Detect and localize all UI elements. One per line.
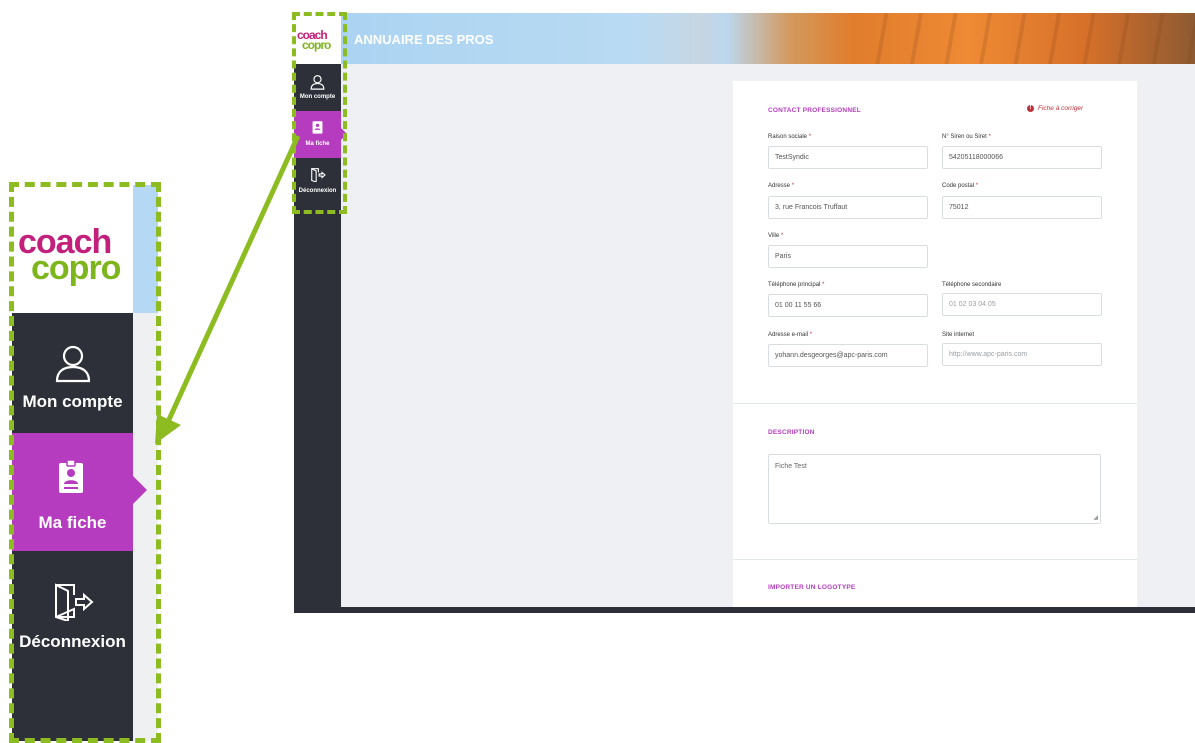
siren-input[interactable]: 54205118000066 bbox=[942, 146, 1102, 169]
description-text: Fiche Test bbox=[775, 463, 807, 470]
code-postal-input[interactable]: 75012 bbox=[942, 196, 1102, 219]
ville-input[interactable]: Paris bbox=[768, 245, 928, 268]
description-textarea[interactable]: Fiche Test ◢ bbox=[768, 454, 1101, 524]
field-label: N° Siren ou Siret * bbox=[942, 134, 991, 140]
footer-bar bbox=[341, 607, 1195, 613]
field-label: Téléphone secondaire bbox=[942, 282, 1002, 288]
field-label: Raison sociale * bbox=[768, 134, 812, 140]
logout-door-icon bbox=[55, 583, 94, 621]
resize-handle-icon[interactable]: ◢ bbox=[1093, 514, 1098, 521]
active-indicator-arrow bbox=[341, 128, 347, 140]
user-icon bbox=[310, 75, 325, 90]
sidebar-item-ma-fiche[interactable]: Ma fiche bbox=[294, 111, 341, 158]
sidebar-item-label: Ma fiche bbox=[38, 513, 107, 532]
field-label: Adresse * bbox=[768, 183, 795, 189]
sidebar-item-mon-compte[interactable]: Mon compte bbox=[12, 313, 133, 431]
badge-icon bbox=[312, 121, 323, 134]
field-label: Code postal * bbox=[942, 183, 979, 189]
sidebar-item-label: Mon compte bbox=[22, 392, 123, 411]
sidebar-item-label: Déconnexion bbox=[298, 188, 337, 194]
logout-door-icon bbox=[311, 168, 326, 182]
active-indicator-arrow bbox=[133, 476, 147, 504]
badge-icon bbox=[59, 460, 83, 493]
alert-icon: ! bbox=[1027, 105, 1034, 112]
sidebar-item-label: Mon compte bbox=[299, 94, 336, 100]
page-title: ANNUAIRE DES PROS bbox=[354, 32, 494, 47]
zoomed-sidebar-callout: coach copro Mon compte Ma fiche Déconnex… bbox=[12, 185, 158, 741]
section-title-contact: CONTACT PROFESSIONNEL bbox=[768, 107, 861, 114]
sidebar-item-mon-compte[interactable]: Mon compte bbox=[294, 64, 341, 111]
field-label: Ville * bbox=[768, 233, 784, 239]
status-text: Fiche à corriger bbox=[1038, 105, 1084, 113]
section-divider bbox=[733, 559, 1137, 560]
sidebar-item-label: Ma fiche bbox=[305, 141, 330, 147]
site-internet-input[interactable]: http://www.apc-paris.com bbox=[942, 343, 1102, 366]
sidebar-item-deconnexion[interactable]: Déconnexion bbox=[294, 158, 341, 205]
profile-form-card: CONTACT PROFESSIONNEL ! Fiche à corriger … bbox=[733, 81, 1137, 613]
header-banner: ANNUAIRE DES PROS bbox=[294, 13, 1195, 64]
raison-sociale-input[interactable]: TestSyndic bbox=[768, 146, 928, 169]
telephone-principal-input[interactable]: 01 00 11 55 66 bbox=[768, 294, 928, 317]
section-divider bbox=[733, 403, 1137, 404]
section-title-logo: IMPORTER UN LOGOTYPE bbox=[768, 584, 856, 591]
logo-copro-text: copro bbox=[302, 38, 331, 52]
logo[interactable]: coach copro bbox=[12, 185, 133, 313]
status-badge: ! Fiche à corriger bbox=[1027, 105, 1083, 112]
sidebar-item-deconnexion[interactable]: Déconnexion bbox=[12, 553, 133, 671]
email-input[interactable]: yohann.desgeorges@apc-paris.com bbox=[768, 344, 928, 367]
app-screenshot: ANNUAIRE DES PROS coach copro Mon compte… bbox=[294, 13, 1195, 613]
banner-strip bbox=[133, 185, 158, 313]
field-label: Adresse e-mail * bbox=[768, 332, 813, 338]
telephone-secondaire-input[interactable]: 01 02 03 04 05 bbox=[942, 293, 1102, 316]
logo[interactable]: coach copro bbox=[294, 13, 341, 64]
field-label: Site internet bbox=[942, 332, 975, 338]
sidebar-item-label: Déconnexion bbox=[19, 632, 126, 651]
user-icon bbox=[55, 345, 91, 383]
adresse-input[interactable]: 3, rue Francois Truffaut bbox=[768, 196, 928, 219]
section-title-description: DESCRIPTION bbox=[768, 429, 815, 436]
sidebar-item-ma-fiche[interactable]: Ma fiche bbox=[12, 433, 133, 551]
field-label: Téléphone principal * bbox=[768, 282, 825, 288]
logo-copro-text: copro bbox=[31, 249, 121, 287]
